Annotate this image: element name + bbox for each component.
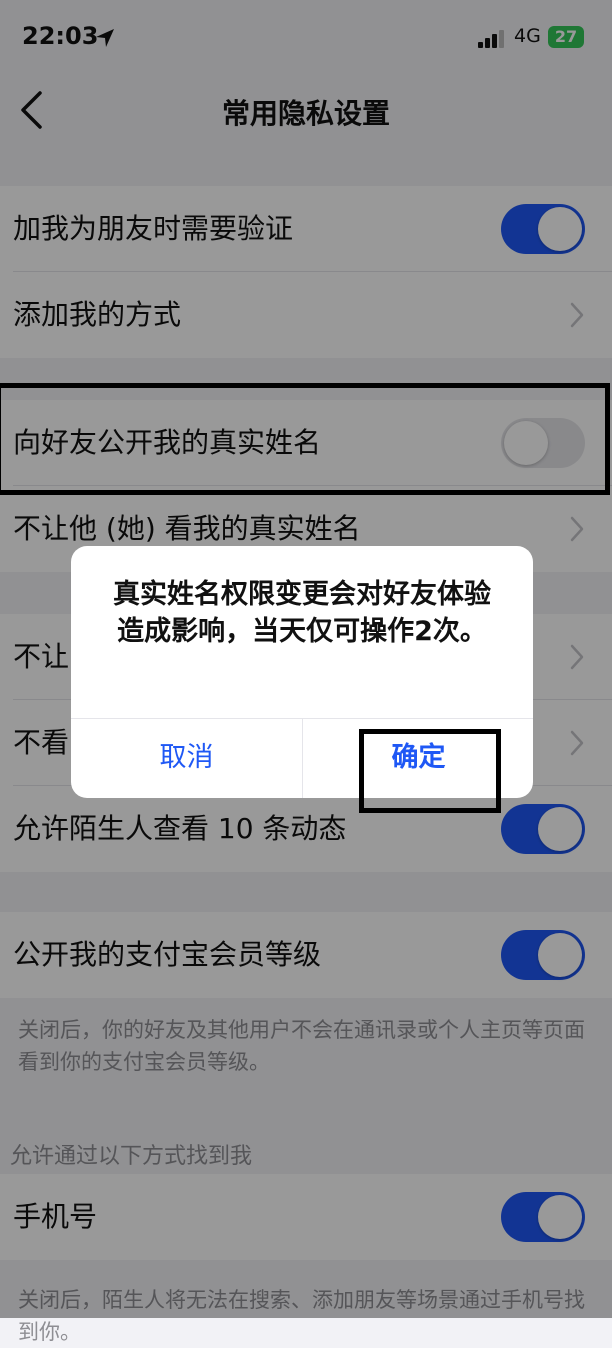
- cancel-button[interactable]: 取消: [71, 718, 302, 798]
- highlight-box: [0, 383, 610, 495]
- highlight-box: [359, 729, 501, 813]
- dialog-message: 真实姓名权限变更会对好友体验造成影响，当天仅可操作2次。: [113, 579, 491, 647]
